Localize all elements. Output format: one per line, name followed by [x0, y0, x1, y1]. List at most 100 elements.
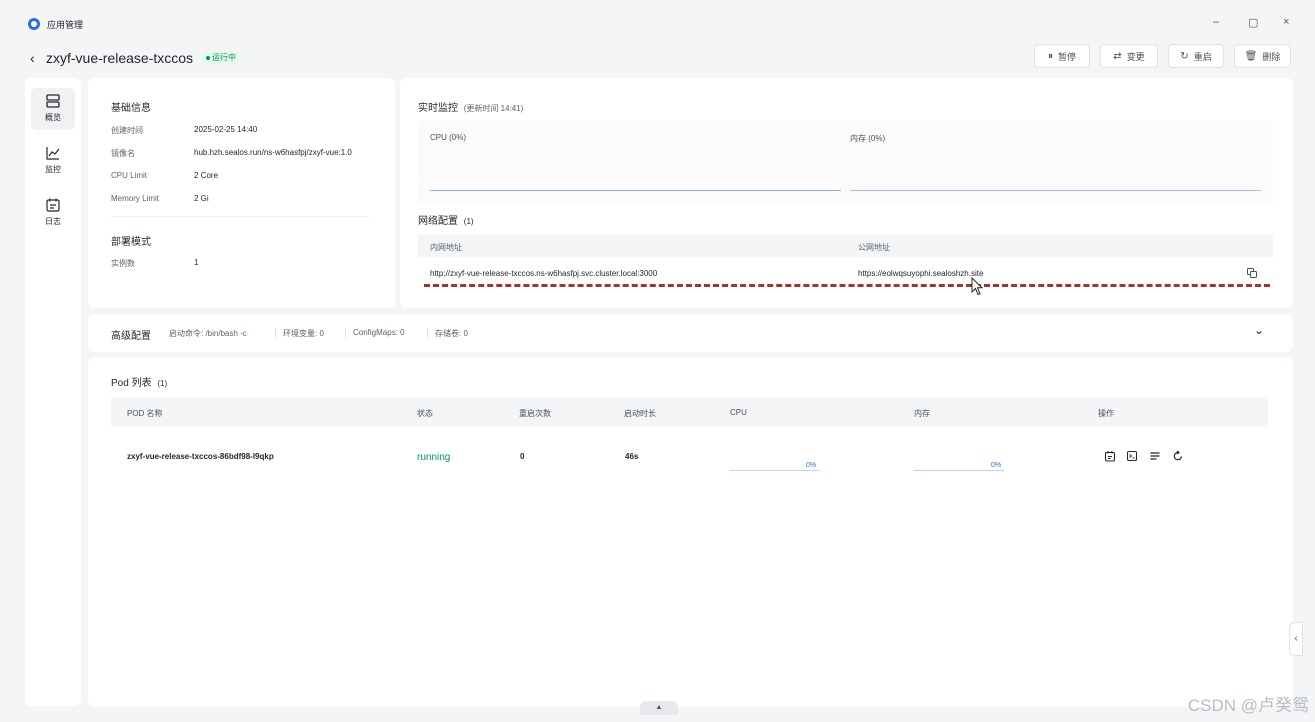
- internal-address-header: 内网地址: [430, 243, 462, 252]
- pod-list-title-text: Pod 列表: [111, 378, 152, 389]
- restart-button[interactable]: ↻ 重启: [1168, 44, 1224, 68]
- server-icon: [46, 94, 60, 108]
- col-memory: 内存: [914, 409, 930, 418]
- copy-icon[interactable]: [1246, 267, 1258, 279]
- memory-limit-label: Memory Limit: [111, 194, 160, 203]
- col-cpu: CPU: [730, 408, 747, 417]
- startup-command: 启动命令: /bin/bash -c: [169, 329, 247, 338]
- monitor-title: 实时监控 (更新时间 14:41): [418, 99, 523, 114]
- image-value: hub.hzh.sealos.run/ns-w6hasfpj/zxyf-vue:…: [194, 148, 352, 157]
- col-uptime: 启动时长: [624, 409, 656, 418]
- window-title: 应用管理: [47, 20, 84, 30]
- col-restarts: 重启次数: [519, 409, 551, 418]
- env-vars: 环境变量: 0: [283, 329, 324, 338]
- nav-item-overview[interactable]: 概览: [31, 88, 75, 130]
- network-table-header: 内网地址 公网地址: [418, 235, 1273, 257]
- pod-memory-bar: [914, 470, 1004, 471]
- restart-pod-icon[interactable]: [1172, 450, 1184, 462]
- bottom-expand-handle[interactable]: ▲: [640, 701, 678, 715]
- pause-button-label: 暂停: [1057, 51, 1076, 62]
- memory-chart-label: 内存 (0%): [850, 134, 886, 143]
- details-icon[interactable]: [1149, 450, 1161, 462]
- image-label: 镜像名: [111, 149, 135, 158]
- pod-table-header: POD 名称 状态 重启次数 启动时长 CPU 内存 操作: [111, 397, 1268, 427]
- cpu-limit-value: 2 Core: [194, 171, 219, 180]
- app-logo-icon: [28, 18, 40, 30]
- created-value: 2025-02-25 14:40: [194, 125, 258, 134]
- memory-chart-line: [850, 190, 1261, 191]
- cpu-chart-line: [430, 190, 841, 191]
- monitor-title-text: 实时监控: [418, 103, 458, 114]
- side-nav: 概览 监控 日志: [25, 78, 81, 706]
- back-icon[interactable]: ‹: [30, 50, 35, 66]
- side-collapse-tab[interactable]: ‹: [1289, 622, 1303, 656]
- title-bar: 应用管理 – ▢ ×: [16, 12, 1312, 36]
- basic-info-title: 基础信息: [111, 103, 151, 114]
- network-count: (1): [463, 217, 474, 226]
- public-address-header: 公网地址: [858, 243, 890, 252]
- watermark: CSDN @卢癸鸳: [1187, 696, 1309, 715]
- close-button[interactable]: ×: [1283, 16, 1289, 28]
- pod-memory-percent: 0%: [991, 462, 1002, 469]
- minimize-button[interactable]: –: [1213, 16, 1219, 28]
- nav-item-logs[interactable]: 日志: [31, 192, 75, 234]
- network-title: 网络配置 (1): [418, 212, 474, 227]
- log-icon[interactable]: [1104, 450, 1116, 462]
- restart-icon: ↻: [1180, 50, 1189, 62]
- public-address[interactable]: https://eolwqsuyophi.sealoshzh.site: [858, 269, 983, 278]
- monitor-network-card: 实时监控 (更新时间 14:41) CPU (0%) 内存 (0%) 网络配置 …: [400, 78, 1293, 308]
- separator: [427, 329, 428, 339]
- dashed-annotation-line: [424, 284, 1270, 287]
- separator: [345, 329, 346, 339]
- deploy-mode-title: 部署模式: [111, 237, 151, 248]
- network-title-text: 网络配置: [418, 216, 458, 227]
- nav-item-label: 监控: [45, 165, 61, 174]
- chevron-down-icon[interactable]: ⌄: [1254, 323, 1264, 337]
- trash-icon: 🗑: [1244, 50, 1258, 62]
- col-actions: 操作: [1098, 409, 1114, 418]
- col-pod-name: POD 名称: [127, 409, 163, 418]
- storage-volumes: 存储卷: 0: [435, 329, 468, 338]
- pause-button[interactable]: ⏸ 暂停: [1034, 44, 1090, 68]
- configmaps: ConfigMaps: 0: [353, 328, 405, 337]
- separator: [275, 329, 276, 339]
- change-button[interactable]: ⇄ 变更: [1100, 44, 1158, 68]
- advanced-config-bar[interactable]: 高级配置 启动命令: /bin/bash -c 环境变量: 0 ConfigMa…: [88, 314, 1293, 352]
- advanced-config-title: 高级配置: [111, 331, 151, 342]
- internal-address[interactable]: http://zxyf-vue-release-txccos.ns-w6hasf…: [430, 269, 657, 278]
- change-button-label: 变更: [1126, 51, 1145, 62]
- pod-list-card: Pod 列表 (1) POD 名称 状态 重启次数 启动时长 CPU 内存 操作: [88, 357, 1293, 707]
- delete-button-label: 删除: [1262, 51, 1281, 62]
- restore-button[interactable]: ▢: [1248, 16, 1258, 29]
- created-label: 创建时间: [111, 126, 143, 135]
- monitor-update-time: (更新时间 14:41): [463, 104, 524, 113]
- log-icon: [46, 198, 60, 212]
- pod-list-count: (1): [157, 379, 168, 388]
- monitor-charts: CPU (0%) 内存 (0%): [418, 121, 1273, 203]
- instances-label: 实例数: [111, 259, 135, 268]
- chart-icon: [46, 147, 60, 160]
- app-name: zxyf-vue-release-txccos: [46, 50, 194, 66]
- col-status: 状态: [417, 409, 433, 418]
- swap-icon: ⇄: [1113, 50, 1122, 62]
- pod-uptime: 46s: [625, 452, 639, 461]
- pod-name: zxyf-vue-release-txccos-86bdf98-l9qkp: [127, 452, 274, 461]
- divider: [111, 216, 369, 217]
- pause-icon: ⏸: [1047, 50, 1053, 62]
- pod-restarts: 0: [520, 452, 525, 461]
- instances-value: 1: [194, 258, 199, 267]
- pod-list-title: Pod 列表 (1): [111, 374, 167, 389]
- terminal-icon[interactable]: [1126, 450, 1138, 462]
- basic-info-card: 基础信息 创建时间 2025-02-25 14:40 镜像名 hub.hzh.s…: [88, 78, 395, 308]
- nav-item-label: 日志: [45, 217, 61, 226]
- mouse-cursor-icon: [971, 277, 984, 296]
- cpu-limit-label: CPU Limit: [111, 171, 148, 180]
- nav-item-label: 概览: [45, 113, 61, 122]
- nav-item-monitor[interactable]: 监控: [31, 140, 75, 182]
- app-window: 应用管理 – ▢ × ‹ zxyf-vue-release-txccos 运行中…: [16, 12, 1312, 720]
- status-badge: 运行中: [202, 51, 242, 65]
- memory-limit-value: 2 Gi: [194, 194, 209, 203]
- pod-status: running: [417, 452, 451, 463]
- restart-button-label: 重启: [1193, 51, 1212, 62]
- delete-button[interactable]: 🗑 删除: [1234, 44, 1291, 68]
